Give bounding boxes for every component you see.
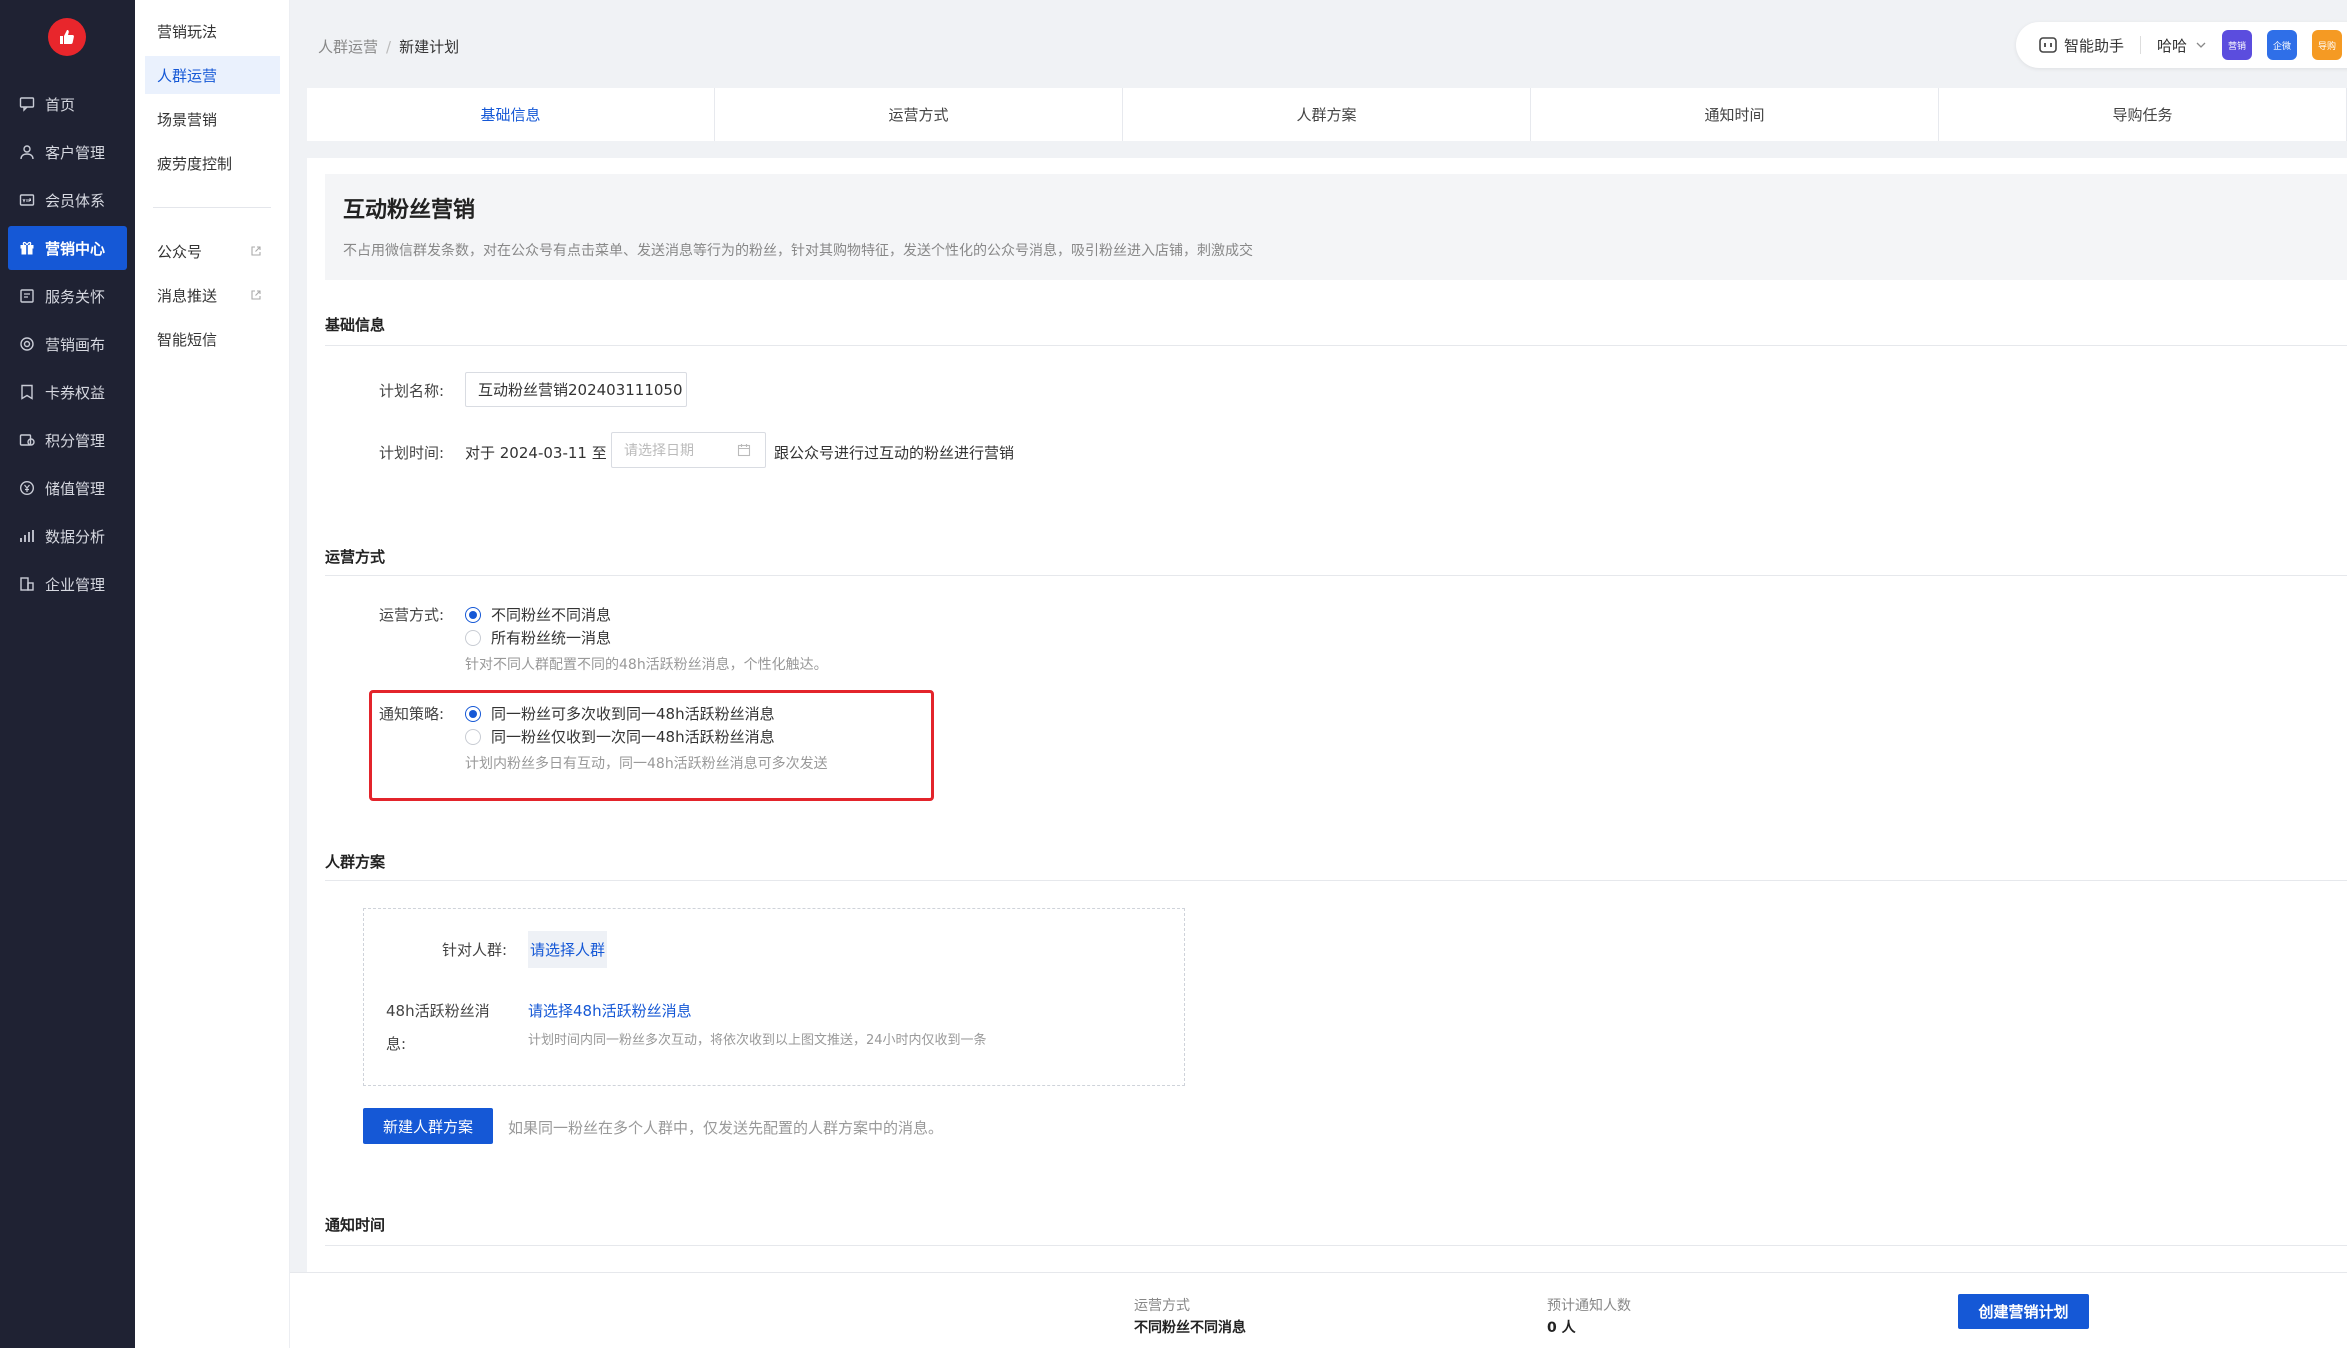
plan-name-label: 计划名称: xyxy=(379,382,445,400)
section-title-operation: 运营方式 xyxy=(325,548,386,566)
nav-item-marketing-canvas[interactable]: 营销画布 xyxy=(8,322,127,366)
section-divider xyxy=(325,1245,2347,1246)
section-title-audience: 人群方案 xyxy=(325,853,386,871)
nav-item-service-care[interactable]: 服务关怀 xyxy=(8,274,127,318)
assistant-button[interactable]: 智能助手 xyxy=(2038,35,2124,56)
footer-bar: 运营方式 不同粉丝不同消息 预计通知人数 0 人 创建营销计划 xyxy=(290,1272,2347,1348)
plan-time-suffix: 跟公众号进行过互动的粉丝进行营销 xyxy=(774,444,1015,462)
nav-item-home[interactable]: 首页 xyxy=(8,82,127,126)
nav-item-enterprise[interactable]: 企业管理 xyxy=(8,562,127,606)
page-title: 互动粉丝营销 xyxy=(343,198,476,223)
footer-count-value: 0 人 xyxy=(1547,1320,1576,1336)
subnav-divider xyxy=(153,207,271,208)
breadcrumb-parent[interactable]: 人群运营 xyxy=(318,38,378,56)
nav-item-coupons[interactable]: 卡券权益 xyxy=(8,370,127,414)
plan-time-prefix: 对于 2024-03-11 至 xyxy=(465,444,607,462)
plan-time-label: 计划时间: xyxy=(379,444,445,462)
create-plan-button[interactable]: 创建营销计划 xyxy=(1958,1294,2089,1329)
user-icon xyxy=(18,143,36,161)
target-icon xyxy=(18,335,36,353)
wallet-icon xyxy=(18,479,36,497)
section-title-notify: 通知时间 xyxy=(325,1216,386,1234)
tab-notify-time[interactable]: 通知时间 xyxy=(1531,88,1939,141)
tab-basic-info[interactable]: 基础信息 xyxy=(307,88,715,141)
audience-plan-card: 针对人群: 请选择人群 48h活跃粉丝消 息: 请选择48h活跃粉丝消息 计划时… xyxy=(363,908,1185,1086)
active-msg-hint: 计划时间内同一粉丝多次互动，将依次收到以上图文推送，24小时内仅收到一条 xyxy=(528,1033,987,1048)
radio-checked-icon xyxy=(465,705,481,722)
chevron-down-icon xyxy=(2196,42,2206,48)
chart-icon xyxy=(18,527,36,545)
building-icon xyxy=(18,575,36,593)
tab-audience-plan[interactable]: 人群方案 xyxy=(1123,88,1531,141)
sub-nav: 营销玩法 人群运营 场景营销 疲劳度控制 公众号 消息推送 智能短信 xyxy=(135,0,290,1348)
main-nav: 首页 客户管理 会员体系 营销中心 服务关怀 营销画布 卡券权益 积分管理 储值… xyxy=(0,0,135,1348)
tab-guide-task[interactable]: 导购任务 xyxy=(1939,88,2347,141)
radio-checked-icon xyxy=(465,606,481,623)
mode-radio-different-msg[interactable]: 不同粉丝不同消息 xyxy=(465,604,611,625)
nav-item-data-analysis[interactable]: 数据分析 xyxy=(8,514,127,558)
radio-unchecked-icon xyxy=(465,728,481,745)
tab-operation-mode[interactable]: 运营方式 xyxy=(715,88,1123,141)
section-divider xyxy=(325,345,2347,346)
section-divider xyxy=(325,575,2347,576)
nav-item-stored-value[interactable]: 储值管理 xyxy=(8,466,127,510)
section-title-basic: 基础信息 xyxy=(325,316,386,334)
robot-icon xyxy=(2039,37,2057,53)
select-active-msg-link[interactable]: 请选择48h活跃粉丝消息 xyxy=(528,1000,692,1021)
footer-mode-label: 运营方式 xyxy=(1134,1298,1190,1314)
notify-strategy-label: 通知策略: xyxy=(379,705,445,723)
step-tabs: 基础信息 运营方式 人群方案 通知时间 导购任务 xyxy=(307,88,2347,141)
nav-item-customers[interactable]: 客户管理 xyxy=(8,130,127,174)
subnav-item-audience-ops[interactable]: 人群运营 xyxy=(145,56,280,94)
footer-mode-value: 不同粉丝不同消息 xyxy=(1134,1320,1246,1336)
subnav-item-official-account[interactable]: 公众号 xyxy=(145,232,280,270)
breadcrumb: 人群运营 / 新建计划 xyxy=(318,36,459,57)
nav-item-marketing-center[interactable]: 营销中心 xyxy=(8,226,127,270)
notify-strategy-hint: 计划内粉丝多日有互动，同一48h活跃粉丝消息可多次发送 xyxy=(465,756,828,772)
top-toolbar: 智能助手 哈哈 营销 企微 导购 xyxy=(2016,22,2347,68)
subnav-item-message-push[interactable]: 消息推送 xyxy=(145,276,280,314)
app-wecom-icon[interactable]: 企微 xyxy=(2267,30,2298,60)
active-msg-label: 48h活跃粉丝消 xyxy=(386,1002,490,1020)
main-panel: 互动粉丝营销 不占用微信群发条数，对在公众号有点击菜单、发送消息等行为的粉丝，针… xyxy=(307,158,2347,1278)
radio-unchecked-icon xyxy=(465,629,481,646)
breadcrumb-separator: / xyxy=(386,38,392,56)
page-description: 不占用微信群发条数，对在公众号有点击菜单、发送消息等行为的粉丝，针对其购物特征，… xyxy=(343,243,1253,259)
user-menu[interactable]: 哈哈 xyxy=(2157,35,2207,56)
calendar-icon xyxy=(737,444,751,457)
operation-mode-hint: 针对不同人群配置不同的48h活跃粉丝消息，个性化触达。 xyxy=(465,657,828,673)
points-icon xyxy=(18,431,36,449)
nav-item-membership[interactable]: 会员体系 xyxy=(8,178,127,222)
nav-item-points[interactable]: 积分管理 xyxy=(8,418,127,462)
new-audience-hint: 如果同一粉丝在多个人群中，仅发送先配置的人群方案中的消息。 xyxy=(508,1119,944,1137)
vip-card-icon xyxy=(18,191,36,209)
external-link-icon xyxy=(251,246,261,256)
strategy-radio-multiple[interactable]: 同一粉丝可多次收到同一48h活跃粉丝消息 xyxy=(465,703,775,724)
intro-card: 互动粉丝营销 不占用微信群发条数，对在公众号有点击菜单、发送消息等行为的粉丝，针… xyxy=(325,174,2347,280)
app-guide-icon[interactable]: 导购 xyxy=(2312,30,2343,60)
end-date-picker[interactable]: 请选择日期 xyxy=(611,432,766,468)
operation-mode-label: 运营方式: xyxy=(379,606,445,624)
external-link-icon xyxy=(251,290,261,300)
gift-icon xyxy=(18,239,36,257)
service-icon xyxy=(18,287,36,305)
toolbar-separator xyxy=(2140,36,2142,54)
logo-thumbs-up-icon[interactable] xyxy=(48,18,86,56)
app-marketing-icon[interactable]: 营销 xyxy=(2222,30,2253,60)
active-msg-label-cont: 息: xyxy=(386,1035,407,1053)
coupon-icon xyxy=(18,383,36,401)
select-audience-link[interactable]: 请选择人群 xyxy=(528,931,608,968)
chat-icon xyxy=(18,95,36,113)
mode-radio-unified-msg[interactable]: 所有粉丝统一消息 xyxy=(465,627,611,648)
footer-count-label: 预计通知人数 xyxy=(1547,1298,1631,1314)
section-divider xyxy=(325,880,2347,881)
breadcrumb-current: 新建计划 xyxy=(399,38,460,56)
new-audience-plan-button[interactable]: 新建人群方案 xyxy=(363,1108,493,1144)
plan-name-input[interactable]: 互动粉丝营销202403111050 xyxy=(465,372,687,407)
target-audience-label: 针对人群: xyxy=(442,941,508,959)
strategy-radio-once[interactable]: 同一粉丝仅收到一次同一48h活跃粉丝消息 xyxy=(465,726,775,747)
